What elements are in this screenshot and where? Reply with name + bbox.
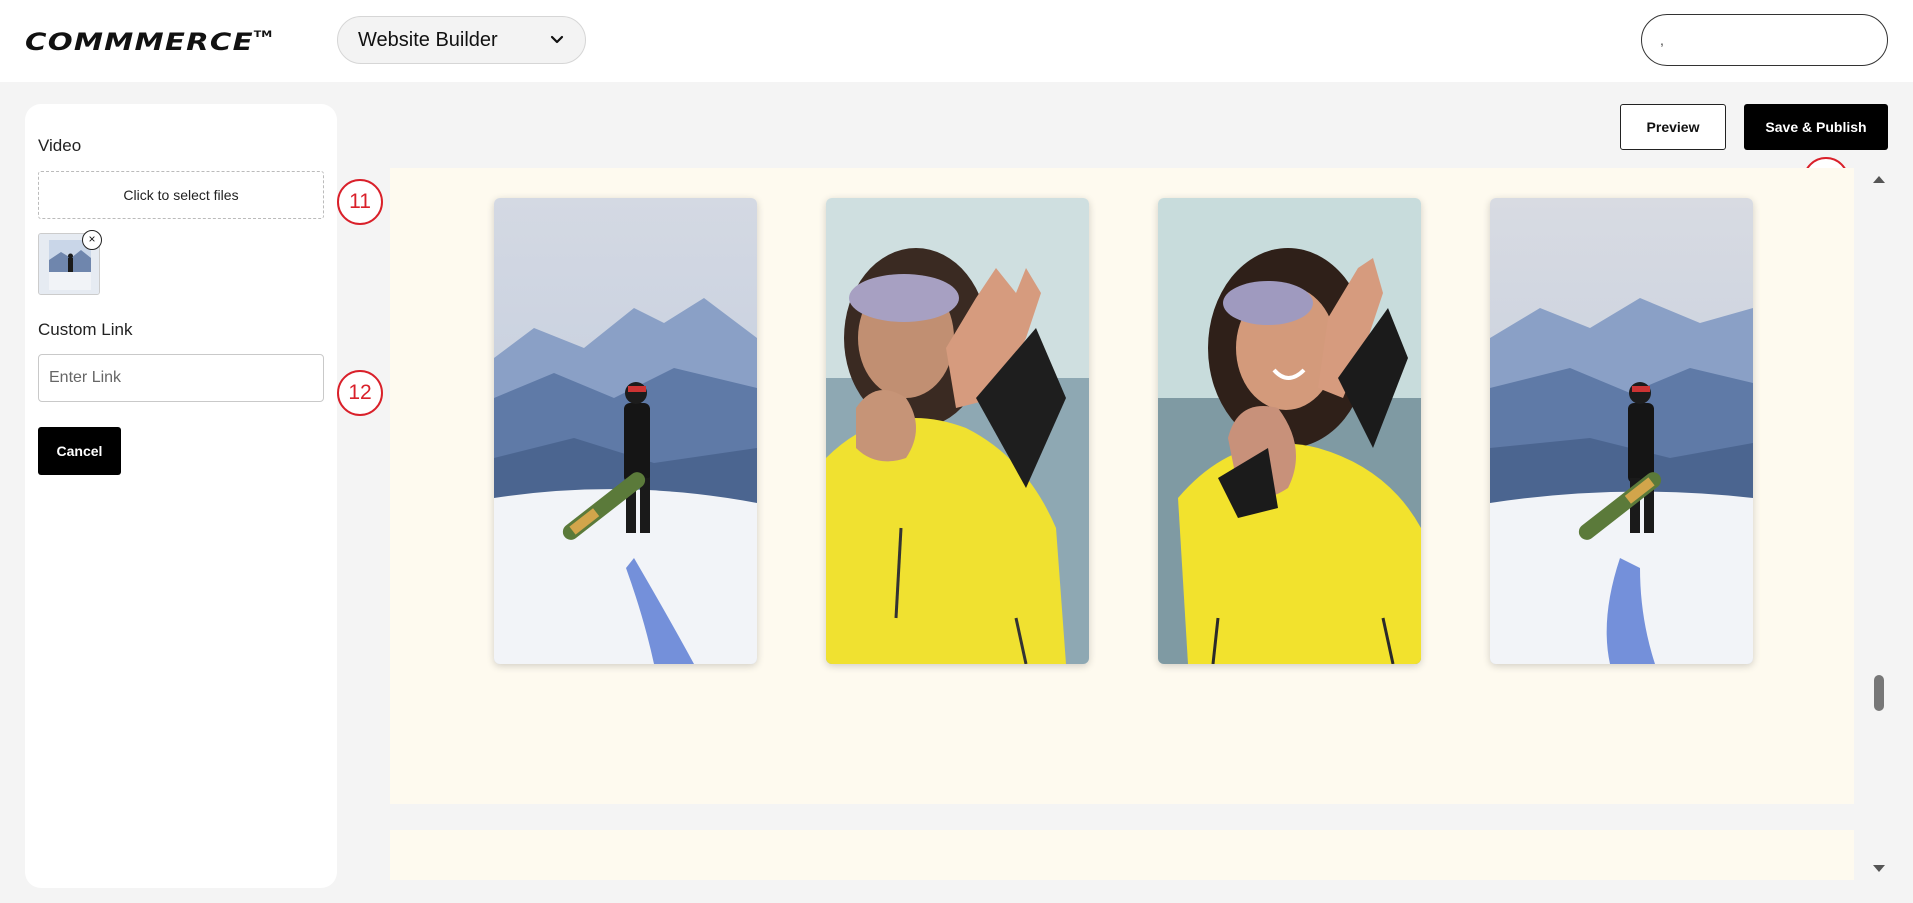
chevron-down-icon	[550, 35, 564, 44]
gallery-card[interactable]	[494, 198, 757, 664]
preview-canvas-next-section	[390, 830, 1854, 880]
gallery-card[interactable]	[826, 198, 1089, 664]
close-icon[interactable]: ×	[82, 230, 102, 250]
snowboarder-image	[1490, 198, 1753, 664]
step-marker-12: 12	[337, 370, 383, 416]
custom-link-label: Custom Link	[38, 320, 133, 339]
save-publish-button[interactable]: Save & Publish	[1744, 104, 1888, 150]
video-label: Video	[38, 136, 82, 155]
preview-canvas	[390, 168, 1854, 804]
gallery-card[interactable]	[1158, 198, 1421, 664]
brand-logo-text: COMMMERCE	[25, 28, 254, 56]
top-bar: COMMMERCETM Website Builder ,	[0, 0, 1913, 82]
trademark-mark: TM	[253, 30, 273, 40]
woman-yellow-jacket-image	[826, 198, 1089, 664]
preview-scrollbar[interactable]	[1870, 168, 1888, 880]
triangle-down-icon[interactable]	[1870, 862, 1888, 876]
step-marker-11: 11	[337, 179, 383, 225]
brand-logo[interactable]: COMMMERCETM	[25, 28, 272, 56]
builder-select[interactable]: Website Builder	[337, 16, 586, 64]
triangle-up-icon[interactable]	[1870, 172, 1888, 186]
search-input-value: ,	[1660, 32, 1664, 48]
woman-smiling-image	[1158, 198, 1421, 664]
settings-panel: Video Click to select files × Custom Lin…	[25, 104, 337, 888]
file-select-button[interactable]: Click to select files	[38, 171, 324, 219]
cancel-button[interactable]: Cancel	[38, 427, 121, 475]
preview-button[interactable]: Preview	[1620, 104, 1726, 150]
scrollbar-thumb[interactable]	[1874, 675, 1884, 711]
builder-select-value: Website Builder	[358, 28, 498, 51]
snowboarder-image	[494, 198, 757, 664]
custom-link-input[interactable]	[38, 354, 324, 402]
search-input[interactable]: ,	[1641, 14, 1888, 66]
gallery-card[interactable]	[1490, 198, 1753, 664]
